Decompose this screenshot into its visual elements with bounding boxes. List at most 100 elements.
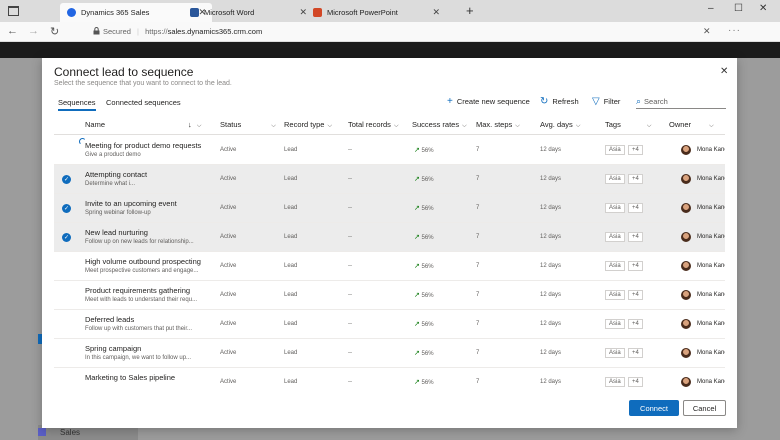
sequence-description: Follow up with customers that put their.… bbox=[85, 326, 193, 332]
sequence-name[interactable]: Attempting contact bbox=[85, 170, 147, 179]
owner-name[interactable]: Mona Kane bbox=[697, 205, 725, 211]
record-type-cell: Lead bbox=[284, 147, 298, 153]
filter-button[interactable]: ▽ Filter bbox=[592, 96, 620, 107]
tag-badge[interactable]: Asia bbox=[605, 377, 625, 387]
checkmark-icon[interactable]: ✓ bbox=[62, 204, 71, 213]
tag-badge[interactable]: Asia bbox=[605, 174, 625, 184]
tag-badge[interactable]: Asia bbox=[605, 290, 625, 300]
connect-button[interactable]: Connect bbox=[629, 400, 679, 416]
owner-name[interactable]: Mona Kane bbox=[697, 321, 725, 327]
column-header-total-records[interactable]: Total records ⌵ bbox=[348, 120, 399, 130]
chevron-down-icon: ⌵ bbox=[709, 123, 714, 129]
new-tab-button[interactable]: + bbox=[466, 3, 474, 18]
browser-tab-powerpoint[interactable]: Microsoft PowerPoint ✕ bbox=[306, 3, 446, 22]
more-tags-badge[interactable]: +4 bbox=[628, 348, 643, 358]
column-label: Total records bbox=[348, 120, 391, 129]
record-type-cell: Lead bbox=[284, 263, 298, 269]
table-row[interactable]: ✓ Attempting contact Determine what i... Ac… bbox=[54, 165, 725, 194]
owner-name[interactable]: Mona Kane bbox=[697, 176, 725, 182]
sequence-name[interactable]: Deferred leads bbox=[85, 315, 134, 324]
owner-name[interactable]: Mona Kane bbox=[697, 350, 725, 356]
search-input[interactable]: ⌕ Search bbox=[636, 94, 726, 109]
add-icon: + bbox=[447, 96, 453, 107]
sort-icon[interactable]: ↓ ⌵ bbox=[188, 120, 201, 130]
tag-badge[interactable]: Asia bbox=[605, 203, 625, 213]
tab-sequences[interactable]: Sequences bbox=[58, 98, 96, 111]
forward-icon[interactable]: → bbox=[28, 25, 39, 37]
back-icon[interactable]: ← bbox=[7, 25, 18, 37]
sequence-name[interactable]: Meeting for product demo requests bbox=[85, 141, 201, 150]
clear-url-icon[interactable]: ✕ bbox=[703, 26, 711, 37]
owner-name[interactable]: Mona Kane bbox=[697, 147, 725, 153]
more-tags-badge[interactable]: +4 bbox=[628, 377, 643, 387]
browser-tab-label: Microsoft Word bbox=[204, 8, 255, 17]
sequence-name[interactable]: Marketing to Sales pipeline bbox=[85, 373, 175, 382]
create-new-sequence-button[interactable]: + Create new sequence bbox=[447, 96, 530, 107]
owner-name[interactable]: Mona Kane bbox=[697, 234, 725, 240]
checkmark-icon[interactable]: ✓ bbox=[62, 233, 71, 242]
table-row[interactable]: ✓ Invite to an upcoming event Spring webin… bbox=[54, 194, 725, 223]
owner-name[interactable]: Mona Kane bbox=[697, 263, 725, 269]
column-header-tags[interactable]: Tags ⌵ bbox=[605, 120, 651, 130]
column-header-status[interactable]: Status ⌵ bbox=[220, 120, 276, 130]
total-records-cell: -- bbox=[348, 379, 352, 385]
chevron-down-icon: ⌵ bbox=[575, 123, 581, 129]
window-icon[interactable] bbox=[8, 6, 19, 16]
url-field[interactable]: Secured | https://sales.dynamics365.crm.… bbox=[103, 27, 262, 36]
refresh-icon[interactable]: ↻ bbox=[50, 25, 59, 38]
table-header: Name ↓ ⌵ Status ⌵ Record type ⌵ Total reco… bbox=[54, 115, 725, 135]
success-rate-value: 56% bbox=[421, 322, 434, 328]
tag-badge[interactable]: Asia bbox=[605, 261, 625, 271]
table-row[interactable]: Marketing to Sales pipeline Active Lead -- ↗… bbox=[54, 368, 725, 393]
max-steps-cell: 7 bbox=[476, 379, 480, 385]
close-window-icon[interactable]: ✕ bbox=[759, 3, 767, 14]
owner-name[interactable]: Mona Kane bbox=[697, 292, 725, 298]
table-row[interactable]: Meeting for product demo requests Give a … bbox=[54, 136, 725, 165]
more-tags-badge[interactable]: +4 bbox=[628, 261, 643, 271]
column-header-avg-days[interactable]: Avg. days ⌵ bbox=[540, 120, 580, 130]
success-rate-cell: ↗ 56% bbox=[414, 175, 434, 183]
more-tags-badge[interactable]: +4 bbox=[628, 145, 643, 155]
tag-badge[interactable]: Asia bbox=[605, 145, 625, 155]
close-icon[interactable]: ✕ bbox=[432, 7, 440, 18]
owner-name[interactable]: Mona Kane bbox=[697, 379, 725, 385]
column-header-max-steps[interactable]: Max. steps ⌵ bbox=[476, 120, 520, 130]
sequence-description: Meet prospective customers and engage... bbox=[85, 268, 199, 274]
checkmark-icon[interactable]: ✓ bbox=[62, 175, 71, 184]
column-header-success-rates[interactable]: Success rates ⌵ bbox=[412, 120, 467, 130]
table-row[interactable]: Spring campaign In this campaign, we want… bbox=[54, 339, 725, 368]
sequence-name[interactable]: Spring campaign bbox=[85, 344, 141, 353]
table-row[interactable]: ✓ New lead nurturing Follow up on new lead… bbox=[54, 223, 725, 252]
tag-badge[interactable]: Asia bbox=[605, 319, 625, 329]
sequence-name[interactable]: Invite to an upcoming event bbox=[85, 199, 177, 208]
tag-badge[interactable]: Asia bbox=[605, 348, 625, 358]
total-records-cell: -- bbox=[348, 176, 352, 182]
table-row[interactable]: Deferred leads Follow up with customers t… bbox=[54, 310, 725, 339]
browser-tab-word[interactable]: Microsoft Word ✕ bbox=[183, 3, 313, 22]
more-tags-badge[interactable]: +4 bbox=[628, 290, 643, 300]
sequence-name[interactable]: High volume outbound prospecting bbox=[85, 257, 201, 266]
column-header-name[interactable]: Name bbox=[85, 120, 105, 129]
column-header-owner[interactable]: Owner ⌵ bbox=[669, 120, 714, 130]
sequence-name[interactable]: Product requirements gathering bbox=[85, 286, 190, 295]
success-rate-cell: ↗ 56% bbox=[414, 291, 434, 299]
sequence-name[interactable]: New lead nurturing bbox=[85, 228, 148, 237]
refresh-button[interactable]: ↻ Refresh bbox=[540, 96, 579, 107]
avg-days-cell: 12 days bbox=[540, 321, 562, 327]
more-tags-badge[interactable]: +4 bbox=[628, 174, 643, 184]
maximize-icon[interactable]: ☐ bbox=[734, 3, 743, 14]
more-tags-badge[interactable]: +4 bbox=[628, 319, 643, 329]
tag-badge[interactable]: Asia bbox=[605, 232, 625, 242]
table-row[interactable]: High volume outbound prospecting Meet pro… bbox=[54, 252, 725, 281]
more-tags-badge[interactable]: +4 bbox=[628, 203, 643, 213]
total-records-cell: -- bbox=[348, 321, 352, 327]
table-row[interactable]: Product requirements gathering Meet with … bbox=[54, 281, 725, 310]
cancel-button[interactable]: Cancel bbox=[683, 400, 726, 416]
close-icon[interactable]: ✕ bbox=[720, 66, 728, 77]
more-tags-badge[interactable]: +4 bbox=[628, 232, 643, 242]
minimize-icon[interactable]: – bbox=[708, 3, 714, 14]
avg-days-cell: 12 days bbox=[540, 379, 562, 385]
tab-connected-sequences[interactable]: Connected sequences bbox=[106, 98, 181, 107]
column-header-record-type[interactable]: Record type ⌵ bbox=[284, 120, 332, 130]
more-icon[interactable]: ··· bbox=[728, 25, 741, 36]
